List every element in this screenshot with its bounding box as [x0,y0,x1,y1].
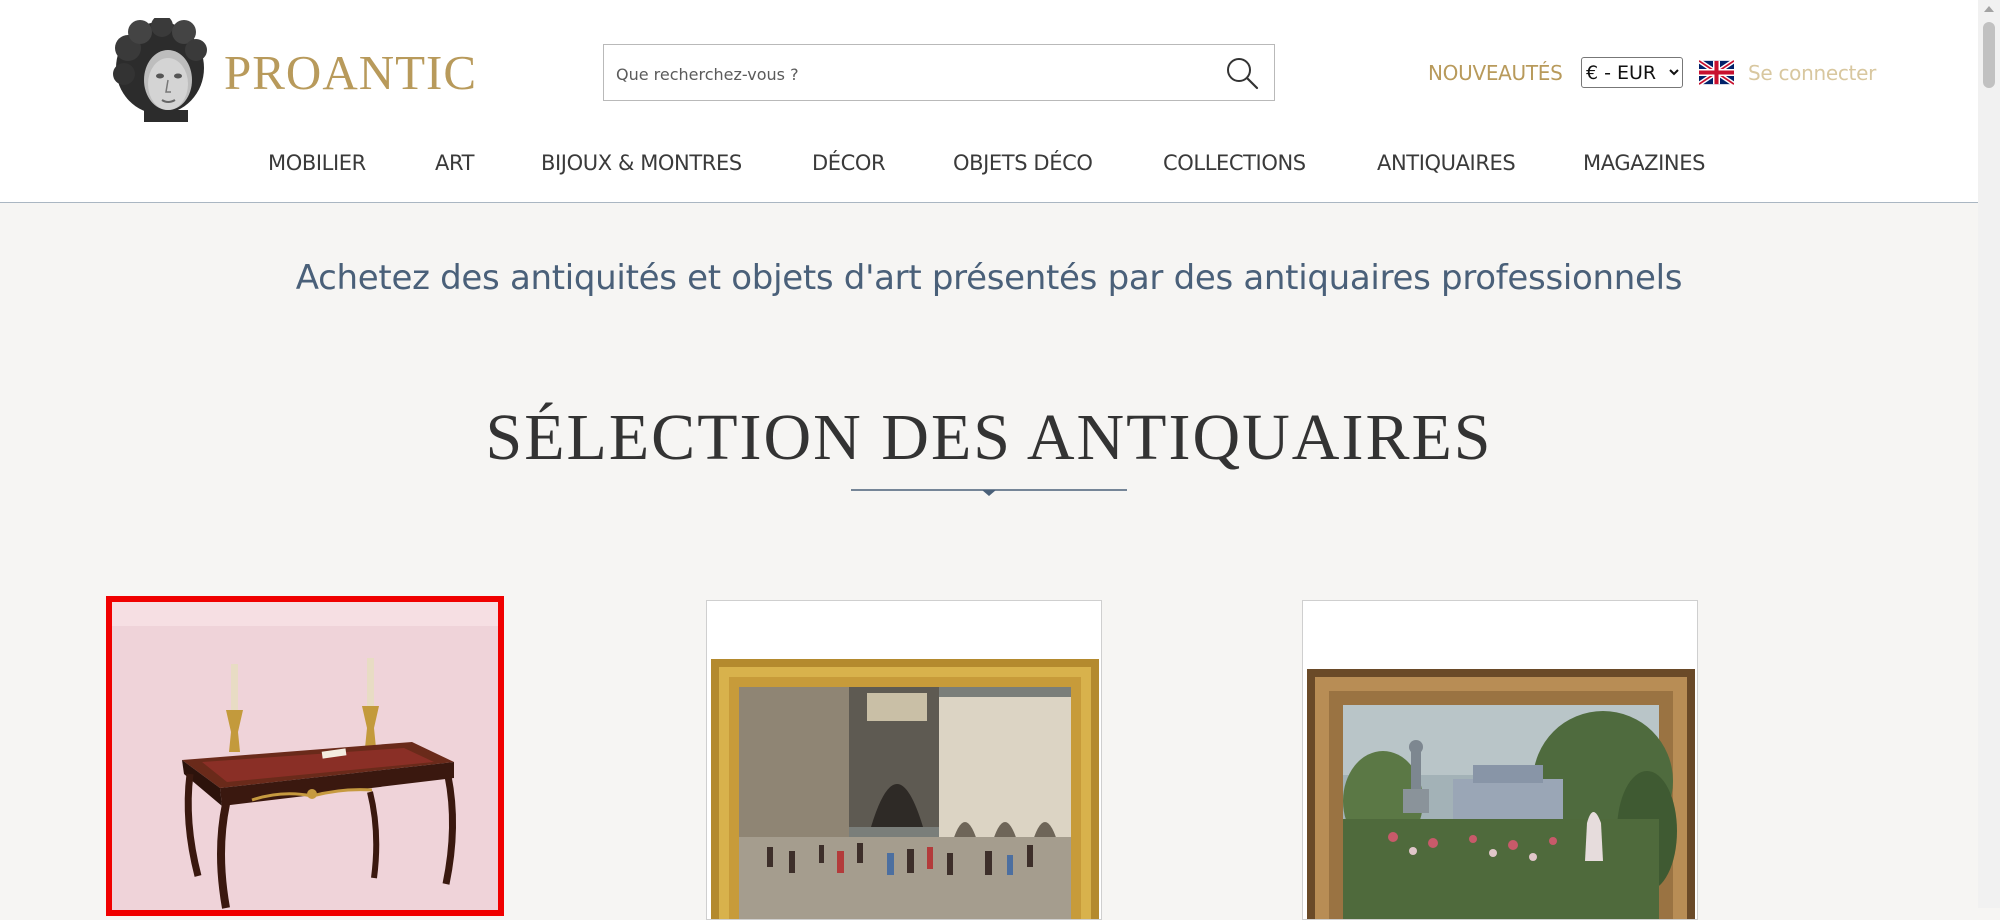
page: PROANTIC NOUVEAUTÉS € - EUR Se connecter… [0,0,1978,920]
main-navigation: MOBILIER ART BIJOUX & MONTRES DÉCOR OBJE… [0,146,1978,182]
login-link[interactable]: Se connecter [1748,60,1876,86]
nav-item-objets-deco[interactable]: OBJETS DÉCO [953,146,1093,180]
new-arrivals-link[interactable]: NOUVEAUTÉS [1428,60,1563,86]
uk-flag-icon[interactable] [1699,60,1734,85]
product-image-desk[interactable] [112,602,498,916]
scroll-up-arrow-icon[interactable] [1984,6,1994,12]
search-bar [603,44,1275,101]
section-title: SÉLECTION DES ANTIQUAIRES [485,401,1493,474]
brand-name[interactable]: PROANTIC [224,45,477,101]
search-input[interactable] [614,53,1208,95]
product-card-venice-painting[interactable] [706,600,1102,920]
nav-item-magazines[interactable]: MAGAZINES [1583,146,1705,180]
nav-item-bijoux-montres[interactable]: BIJOUX & MONTRES [541,146,742,180]
site-header: PROANTIC NOUVEAUTÉS € - EUR Se connecter… [0,0,1978,203]
product-card-desk[interactable] [106,596,504,916]
product-image-venice-painting[interactable] [707,601,1102,920]
product-card-garden-painting[interactable] [1302,600,1698,920]
nav-item-art[interactable]: ART [435,146,474,180]
nav-item-decor[interactable]: DÉCOR [812,146,886,180]
nav-item-mobilier[interactable]: MOBILIER [268,146,366,180]
vertical-scrollbar[interactable] [1978,0,2000,908]
scrollbar-thumb[interactable] [1983,22,1995,88]
logo-icon[interactable] [110,18,210,124]
title-divider [851,489,1127,496]
nav-item-collections[interactable]: COLLECTIONS [1163,146,1306,180]
product-image-garden-painting[interactable] [1303,601,1698,920]
currency-select[interactable]: € - EUR [1581,57,1683,88]
nav-item-antiquaires[interactable]: ANTIQUAIRES [1377,146,1516,180]
site-tagline: Achetez des antiquités et objets d'art p… [295,258,1683,298]
search-icon[interactable] [1224,55,1260,91]
